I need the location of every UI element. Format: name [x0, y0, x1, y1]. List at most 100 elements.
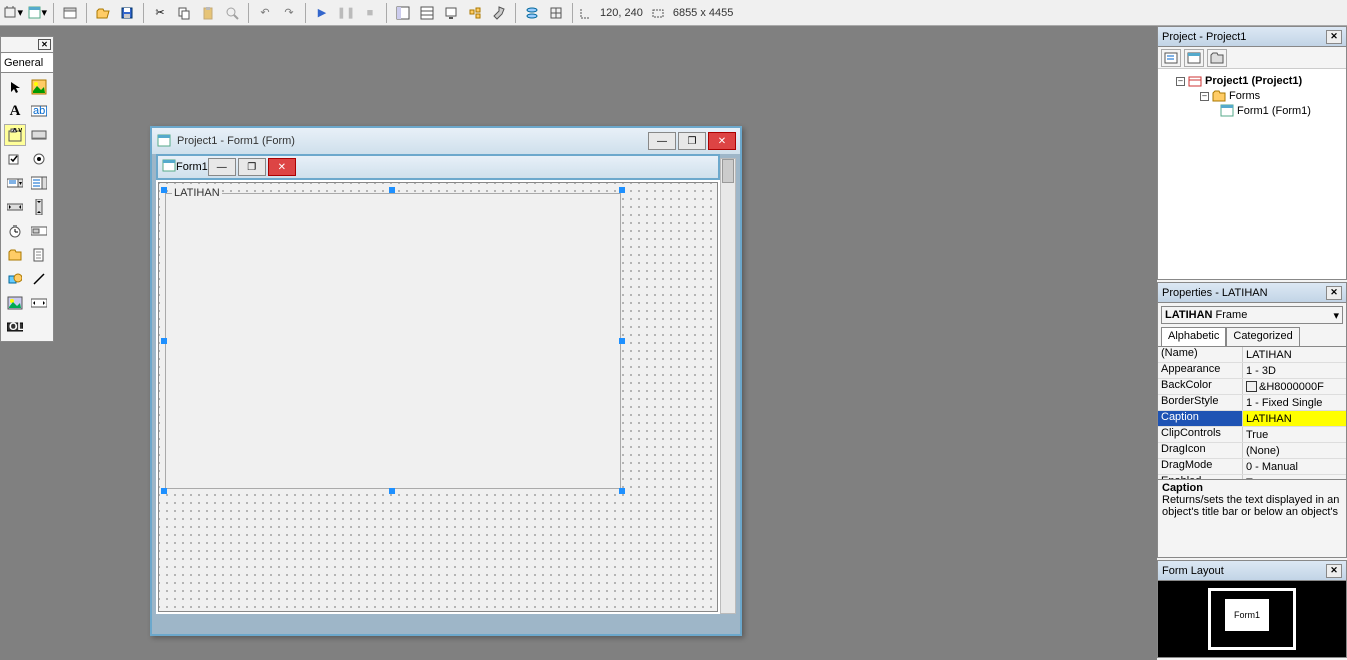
toolbox-icon[interactable]	[488, 2, 510, 24]
maximize-button[interactable]: ❐	[678, 132, 706, 150]
tree-collapse-toggle[interactable]: –	[1200, 92, 1209, 101]
form1-body[interactable]: LATIHAN	[158, 182, 718, 612]
property-row-clipcontrols[interactable]: ClipControlsTrue	[1158, 427, 1346, 443]
toolbox-tab-general[interactable]: General	[1, 53, 53, 73]
cut-icon[interactable]: ✂	[149, 2, 171, 24]
project-close-button[interactable]: ✕	[1326, 30, 1342, 44]
save-icon[interactable]	[116, 2, 138, 24]
tool-frame[interactable]: xv	[4, 124, 26, 146]
tool-optionbutton[interactable]	[28, 148, 50, 170]
property-row-appearance[interactable]: Appearance1 - 3D	[1158, 363, 1346, 379]
properties-panel-title[interactable]: Properties - LATIHAN ✕	[1158, 283, 1346, 303]
end-icon[interactable]: ■	[359, 2, 381, 24]
paste-icon[interactable]	[197, 2, 219, 24]
selection-handle[interactable]	[161, 338, 167, 344]
tool-image[interactable]	[4, 292, 26, 314]
data-view-icon[interactable]	[521, 2, 543, 24]
toggle-folders-icon[interactable]	[1207, 49, 1227, 67]
tool-vscrollbar[interactable]	[28, 196, 50, 218]
tree-collapse-toggle[interactable]: –	[1176, 77, 1185, 86]
tool-data[interactable]	[28, 292, 50, 314]
form-layout-miniature[interactable]: Form1	[1225, 599, 1269, 631]
form1-titlebar[interactable]: Form1 — ❐ ✕	[156, 154, 720, 180]
minimize-button[interactable]: —	[648, 132, 676, 150]
tool-ole[interactable]: OLE	[4, 316, 26, 338]
property-row-caption[interactable]: CaptionLATIHAN	[1158, 411, 1346, 427]
close-button[interactable]: ✕	[708, 132, 736, 150]
property-value[interactable]: 0 - Manual	[1243, 459, 1346, 474]
tool-checkbox[interactable]	[4, 148, 26, 170]
frame-control-latihan[interactable]: LATIHAN	[165, 193, 621, 489]
tree-form-item[interactable]: Form1 (Form1)	[1220, 103, 1342, 119]
tool-pointer[interactable]	[4, 76, 26, 98]
add-project-dropdown-icon[interactable]: ▾	[2, 2, 24, 24]
tool-label[interactable]: A	[4, 100, 26, 122]
property-value[interactable]: LATIHAN	[1243, 347, 1346, 362]
tool-filelistbox[interactable]	[28, 244, 50, 266]
selection-handle[interactable]	[389, 187, 395, 193]
properties-grid[interactable]: (Name)LATIHANAppearance1 - 3DBackColor&H…	[1158, 347, 1346, 479]
property-row-backcolor[interactable]: BackColor&H8000000F	[1158, 379, 1346, 395]
property-value[interactable]: 1 - 3D	[1243, 363, 1346, 378]
tool-dirlistbox[interactable]	[4, 244, 26, 266]
view-object-icon[interactable]	[1184, 49, 1204, 67]
tool-picturebox[interactable]	[28, 76, 50, 98]
tree-project-node[interactable]: – Project1 (Project1)	[1176, 73, 1342, 89]
form-close-button[interactable]: ✕	[268, 158, 296, 176]
tree-forms-folder[interactable]: – Forms	[1200, 89, 1342, 103]
tool-combobox[interactable]	[4, 172, 26, 194]
add-form-dropdown-icon[interactable]: ▾	[26, 2, 48, 24]
tree-folder-label: Forms	[1229, 90, 1260, 102]
component-manager-icon[interactable]	[545, 2, 567, 24]
project-explorer-icon[interactable]	[392, 2, 414, 24]
form-layout-title[interactable]: Form Layout ✕	[1158, 561, 1346, 581]
toolbox-close[interactable]: ✕	[1, 37, 53, 53]
selection-handle[interactable]	[619, 488, 625, 494]
copy-icon[interactable]	[173, 2, 195, 24]
view-code-icon[interactable]	[1161, 49, 1181, 67]
properties-window-icon[interactable]	[416, 2, 438, 24]
property-row-dragmode[interactable]: DragMode0 - Manual	[1158, 459, 1346, 475]
open-icon[interactable]	[92, 2, 114, 24]
selection-handle[interactable]	[161, 488, 167, 494]
form-maximize-button[interactable]: ❐	[238, 158, 266, 176]
undo-icon[interactable]: ↶	[254, 2, 276, 24]
form-layout-close-button[interactable]: ✕	[1326, 564, 1342, 578]
tool-timer[interactable]	[4, 220, 26, 242]
object-browser-icon[interactable]	[464, 2, 486, 24]
selection-handle[interactable]	[619, 187, 625, 193]
tool-line[interactable]	[28, 268, 50, 290]
tool-commandbutton[interactable]	[28, 124, 50, 146]
tool-drivelistbox[interactable]	[28, 220, 50, 242]
form-layout-body[interactable]: Form1	[1158, 581, 1346, 657]
property-value[interactable]: 1 - Fixed Single	[1243, 395, 1346, 410]
properties-object-selector[interactable]: LATIHAN Frame ▾	[1161, 306, 1343, 324]
property-row-dragicon[interactable]: DragIcon(None)	[1158, 443, 1346, 459]
tool-textbox[interactable]: ab|	[28, 100, 50, 122]
property-value[interactable]: (None)	[1243, 443, 1346, 458]
property-value[interactable]: LATIHAN	[1243, 411, 1346, 426]
property-row-name[interactable]: (Name)LATIHAN	[1158, 347, 1346, 363]
selection-handle[interactable]	[161, 187, 167, 193]
redo-icon[interactable]: ↷	[278, 2, 300, 24]
tab-categorized[interactable]: Categorized	[1226, 327, 1299, 346]
form-layout-icon[interactable]	[440, 2, 462, 24]
property-value[interactable]: True	[1243, 427, 1346, 442]
start-icon[interactable]: ▶	[311, 2, 333, 24]
project-panel-title[interactable]: Project - Project1 ✕	[1158, 27, 1346, 47]
menu-editor-icon[interactable]	[59, 2, 81, 24]
selection-handle[interactable]	[619, 338, 625, 344]
selection-handle[interactable]	[389, 488, 395, 494]
mdi-titlebar[interactable]: Project1 - Form1 (Form) — ❐ ✕	[152, 128, 740, 154]
mdi-vertical-scrollbar[interactable]	[720, 158, 736, 614]
tool-hscrollbar[interactable]	[4, 196, 26, 218]
properties-close-button[interactable]: ✕	[1326, 286, 1342, 300]
find-icon[interactable]	[221, 2, 243, 24]
break-icon[interactable]: ❚❚	[335, 2, 357, 24]
tab-alphabetic[interactable]: Alphabetic	[1161, 327, 1226, 346]
tool-shape[interactable]	[4, 268, 26, 290]
tool-listbox[interactable]	[28, 172, 50, 194]
property-row-borderstyle[interactable]: BorderStyle1 - Fixed Single	[1158, 395, 1346, 411]
property-value[interactable]: &H8000000F	[1243, 379, 1346, 394]
form-minimize-button[interactable]: —	[208, 158, 236, 176]
